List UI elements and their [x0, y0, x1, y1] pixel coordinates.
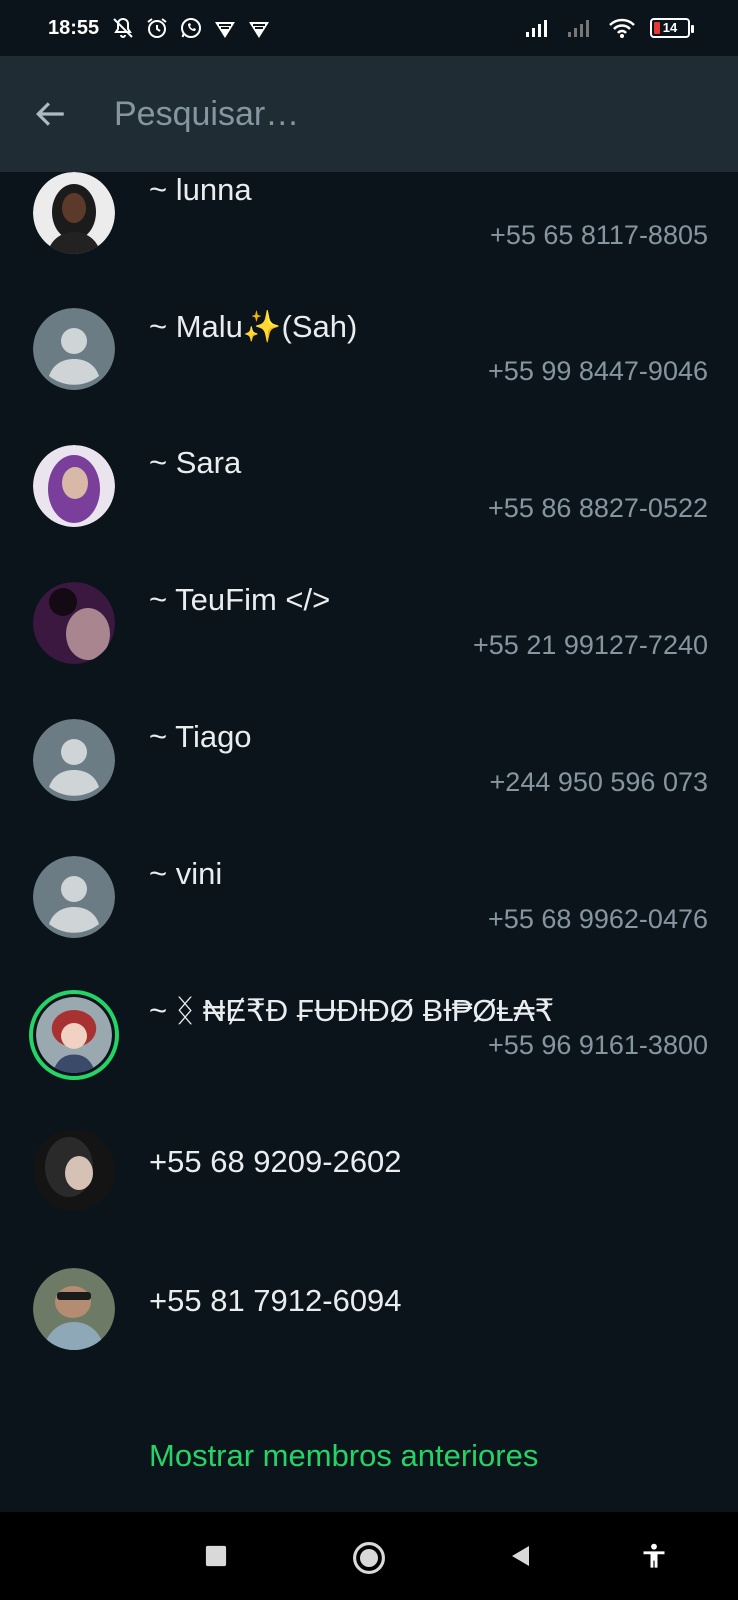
contact-name: ~ Malu✨(Sah) — [149, 309, 358, 344]
list-item[interactable]: ~ TeuFim </> +55 21 99127-7240 — [0, 582, 738, 719]
avatar — [33, 445, 115, 527]
list-item[interactable]: ~ Tiago +244 950 596 073 — [0, 719, 738, 856]
contact-phone: +55 65 8117-8805 — [490, 220, 708, 250]
participants-list: ~ lunna +55 65 8117-8805 ~ Malu✨(Sah) +5… — [0, 172, 738, 1411]
status-system-icons: 14 — [524, 16, 694, 40]
navigation-bar — [0, 1512, 738, 1600]
contact-name: ~ Tiago — [149, 719, 252, 754]
back-icon[interactable] — [505, 1540, 537, 1572]
contact-phone: +55 68 9962-0476 — [488, 904, 708, 934]
list-item[interactable]: ~ Sara +55 86 8827-0522 — [0, 445, 738, 582]
battery-icon: 14 — [650, 18, 694, 38]
search-header — [0, 56, 738, 172]
back-arrow-icon[interactable] — [26, 89, 76, 139]
home-icon[interactable] — [349, 1538, 389, 1578]
default-avatar-icon — [33, 856, 115, 938]
signal-icon — [524, 16, 552, 40]
vpn-icon — [213, 16, 237, 40]
avatar-with-status-ring — [29, 990, 119, 1080]
contact-name: ~ Sara — [149, 445, 242, 480]
contact-name: +55 81 7912-6094 — [149, 1283, 402, 1318]
avatar — [33, 172, 115, 254]
list-item[interactable]: ~ Malu✨(Sah) +55 99 8447-9046 — [0, 308, 738, 445]
default-avatar-icon — [33, 719, 115, 801]
status-bar: 18:55 14 — [0, 0, 738, 56]
contact-name: ~ ᛝ ₦Ɇ₹Đ ₣ɄĐƗĐØ ɃƗ₱ØⱠ₳₹ — [149, 993, 555, 1028]
contact-phone: +55 96 9161-3800 — [488, 1030, 708, 1060]
list-item[interactable]: +55 68 9209-2602 — [0, 1129, 738, 1272]
alarm-icon — [145, 16, 169, 40]
avatar — [33, 582, 115, 664]
battery-level: 14 — [662, 20, 678, 35]
contact-phone: +55 86 8827-0522 — [488, 493, 708, 523]
contact-name: ~ vini — [149, 856, 223, 891]
avatar — [33, 1268, 115, 1350]
contact-phone: +55 21 99127-7240 — [473, 630, 708, 660]
contact-phone: +244 950 596 073 — [489, 767, 708, 797]
avatar — [33, 1129, 115, 1211]
status-notification-icons — [111, 16, 271, 40]
wifi-icon — [608, 16, 636, 40]
whatsapp-icon — [179, 16, 203, 40]
list-item[interactable]: +55 81 7912-6094 — [0, 1268, 738, 1411]
accessibility-icon[interactable] — [636, 1538, 672, 1574]
signal-off-icon — [566, 16, 594, 40]
list-item[interactable]: ~ lunna +55 65 8117-8805 — [0, 172, 738, 308]
search-input[interactable] — [114, 94, 674, 134]
show-previous-members-button[interactable]: Mostrar membros anteriores — [149, 1438, 538, 1474]
contact-name: +55 68 9209-2602 — [149, 1144, 402, 1179]
list-item[interactable]: ~ vini +55 68 9962-0476 — [0, 856, 738, 993]
list-item[interactable]: ~ ᛝ ₦Ɇ₹Đ ₣ɄĐƗĐØ ɃƗ₱ØⱠ₳₹ +55 96 9161-3800 — [0, 990, 738, 1133]
contact-phone: +55 99 8447-9046 — [488, 356, 708, 386]
vpn-icon — [247, 16, 271, 40]
contact-name: ~ lunna — [149, 172, 252, 207]
recents-icon[interactable] — [200, 1540, 232, 1572]
default-avatar-icon — [33, 308, 115, 390]
contact-name: ~ TeuFim </> — [149, 582, 331, 617]
status-time: 18:55 — [48, 16, 100, 39]
mute-icon — [111, 16, 135, 40]
